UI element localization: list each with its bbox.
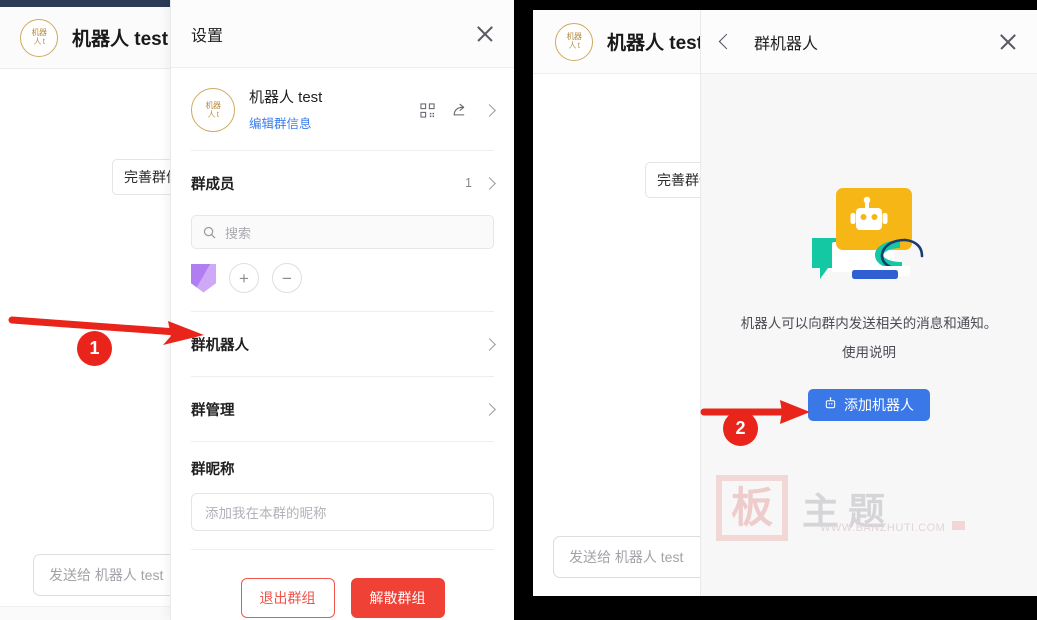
- members-row-right: 1: [465, 176, 496, 190]
- group-name: 机器人 test: [249, 89, 323, 107]
- edit-group-info-link[interactable]: 编辑群信息: [249, 113, 322, 132]
- dismiss-group-button[interactable]: 解散群组: [350, 578, 445, 618]
- group-nickname-block: 群昵称 添加我在本群的昵称: [191, 442, 494, 549]
- screenshot-stage: 机器 人 t 机器人 test · 完善群信息 发送给 机器人 test 设置: [0, 0, 1037, 620]
- chevron-right-icon[interactable]: [483, 402, 496, 416]
- screenshot-divider: [514, 0, 533, 620]
- member-search-placeholder: 搜索: [225, 225, 252, 241]
- avatar-line-2: 人 t: [207, 109, 219, 119]
- group-bot-panel: 群机器人 机器人可以向群内发送相关的消息和通知。 使用说明 添加机器人: [700, 10, 1037, 596]
- group-avatar[interactable]: 机器 人 t: [555, 22, 593, 61]
- group-bot-panel-title: 群机器人: [754, 35, 819, 53]
- left-window: 机器 人 t 机器人 test · 完善群信息 发送给 机器人 test 设置: [0, 0, 514, 620]
- search-icon: [203, 226, 216, 239]
- group-management-row-right: [483, 402, 496, 416]
- group-bot-row[interactable]: 群机器人: [191, 312, 496, 376]
- settings-panel-title: 设置: [191, 27, 224, 45]
- share-icon[interactable]: [452, 102, 468, 118]
- group-info-row[interactable]: 机器 人 t 机器人 test 编辑群信息: [191, 68, 496, 150]
- usage-instructions-link[interactable]: 使用说明: [842, 341, 896, 361]
- chevron-right-icon[interactable]: [483, 176, 496, 190]
- group-bot-label: 群机器人: [191, 337, 249, 354]
- remove-member-button[interactable]: −: [272, 263, 302, 293]
- members-avatar-row: + −: [191, 263, 494, 311]
- right-window: 机器 人 t 机器人 test · 完善群信息 发送给 机器人 test 群机器…: [533, 10, 1037, 596]
- add-bot-button[interactable]: 添加机器人: [808, 389, 930, 421]
- robot-icon: [824, 397, 837, 413]
- avatar-line-2: 人 t: [568, 41, 580, 50]
- settings-panel-footer: 退出群组 解散群组: [191, 550, 494, 618]
- settings-panel: 设置 机器 人 t 机器人 test 编辑群信息 群成员 1 搜索 + − 群机…: [170, 0, 514, 620]
- avatar-line-1: 机器: [31, 28, 48, 37]
- add-member-button[interactable]: +: [229, 263, 259, 293]
- group-info-meta: 机器人 test 编辑群信息: [249, 88, 322, 132]
- member-search-input[interactable]: 搜索: [191, 215, 494, 249]
- group-info-avatar: 机器 人 t: [191, 88, 235, 132]
- group-nickname-label: 群昵称: [191, 462, 235, 478]
- member-avatar[interactable]: [191, 263, 216, 293]
- group-bot-panel-header: 群机器人: [701, 10, 1037, 74]
- left-chat-title: 机器人 test: [72, 29, 169, 50]
- group-bot-description: 机器人可以向群内发送相关的消息和通知。: [740, 316, 998, 331]
- settings-panel-header: 设置: [171, 0, 514, 68]
- leave-group-button[interactable]: 退出群组: [240, 578, 335, 618]
- members-label: 群成员: [191, 176, 235, 193]
- close-icon[interactable]: [997, 31, 1019, 53]
- settings-panel-body: 机器 人 t 机器人 test 编辑群信息 群成员 1 搜索 + − 群机器人 …: [171, 68, 514, 618]
- chevron-right-icon[interactable]: [483, 337, 496, 351]
- annotation-badge-1: 1: [77, 331, 112, 366]
- avatar-line-2: 人 t: [33, 37, 45, 46]
- group-nickname-input[interactable]: 添加我在本群的昵称: [191, 493, 494, 531]
- group-bot-panel-body: 机器人可以向群内发送相关的消息和通知。 使用说明 添加机器人: [701, 74, 1037, 596]
- close-icon[interactable]: [474, 23, 496, 45]
- members-count: 1: [465, 176, 472, 190]
- group-management-label: 群管理: [191, 402, 235, 419]
- group-avatar[interactable]: 机器 人 t: [20, 18, 58, 57]
- group-bot-row-right: [483, 337, 496, 351]
- members-section-row[interactable]: 群成员 1: [191, 151, 496, 215]
- group-info-actions: [420, 102, 496, 118]
- chevron-right-icon[interactable]: [483, 103, 496, 117]
- chevron-left-icon[interactable]: [718, 33, 735, 50]
- right-chat-title: 机器人 test: [607, 33, 704, 54]
- annotation-badge-2: 2: [723, 411, 758, 446]
- avatar-line-1: 机器: [205, 100, 222, 110]
- group-management-row[interactable]: 群管理: [191, 377, 496, 441]
- qr-code-icon[interactable]: [420, 102, 435, 118]
- robot-illustration: [804, 180, 934, 286]
- avatar-line-1: 机器: [566, 32, 583, 41]
- add-bot-button-label: 添加机器人: [844, 397, 914, 413]
